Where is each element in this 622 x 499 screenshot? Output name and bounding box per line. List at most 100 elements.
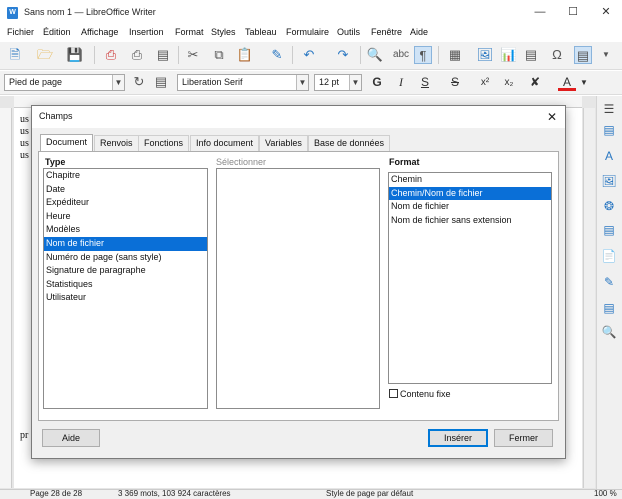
- underline-button[interactable]: S: [416, 74, 434, 91]
- type-item-chapitre[interactable]: Chapitre: [44, 169, 207, 183]
- menu-edition[interactable]: Édition: [43, 27, 71, 37]
- print-icon[interactable]: ⎙: [128, 46, 146, 64]
- type-item-nom-de-fichier[interactable]: Nom de fichier: [44, 237, 207, 251]
- fixed-content-checkbox[interactable]: [389, 389, 398, 398]
- insert-field-icon[interactable]: ▤: [574, 46, 592, 64]
- clear-formatting-icon[interactable]: ✘: [526, 74, 544, 91]
- type-item-date[interactable]: Date: [44, 183, 207, 197]
- maximize-icon[interactable]: ☐: [557, 0, 589, 25]
- find-icon[interactable]: 🔍: [601, 324, 617, 340]
- type-item-expediteur[interactable]: Expéditeur: [44, 196, 207, 210]
- save-icon[interactable]: 💾: [66, 46, 84, 64]
- redo-icon[interactable]: ↷: [334, 46, 352, 64]
- subscript-button[interactable]: x₂: [500, 74, 518, 91]
- format-label: Format: [389, 157, 420, 167]
- insert-text-box-icon[interactable]: ▤: [522, 46, 540, 64]
- document-text-line: us: [20, 126, 29, 137]
- minimize-icon[interactable]: —: [524, 0, 556, 25]
- menu-formulaire[interactable]: Formulaire: [286, 27, 329, 37]
- page-icon[interactable]: ▤: [601, 222, 617, 238]
- paragraph-style-combo[interactable]: Pied de page: [4, 74, 125, 91]
- type-listbox[interactable]: Chapitre Date Expéditeur Heure Modèles N…: [43, 168, 208, 409]
- paste-icon[interactable]: 📋: [236, 46, 254, 64]
- italic-button[interactable]: I: [392, 74, 410, 91]
- insert-special-character-icon[interactable]: Ω: [548, 46, 566, 64]
- type-item-heure[interactable]: Heure: [44, 210, 207, 224]
- menu-styles[interactable]: Styles: [211, 27, 236, 37]
- close-icon[interactable]: ✕: [543, 108, 561, 126]
- chevron-down-icon[interactable]: ▼: [578, 74, 590, 91]
- menu-format[interactable]: Format: [175, 27, 204, 37]
- undo-icon[interactable]: ↶: [300, 46, 318, 64]
- fixed-content-label: Contenu fixe: [400, 389, 451, 399]
- new-style-icon[interactable]: ▤: [152, 73, 170, 91]
- type-item-signature-de-paragraphe[interactable]: Signature de paragraphe: [44, 264, 207, 278]
- print-preview-icon[interactable]: ▤: [154, 46, 172, 64]
- format-item-sans-extension[interactable]: Nom de fichier sans extension: [389, 214, 551, 228]
- spelling-icon[interactable]: abc: [392, 46, 410, 64]
- format-item-nom-de-fichier[interactable]: Nom de fichier: [389, 200, 551, 214]
- copy-icon[interactable]: ⧉: [210, 46, 228, 64]
- sidebar-menu-icon[interactable]: ☰: [601, 101, 617, 117]
- strikethrough-button[interactable]: S: [446, 74, 464, 91]
- zoom-level[interactable]: 100 %: [594, 489, 617, 498]
- type-item-modeles[interactable]: Modèles: [44, 223, 207, 237]
- update-style-icon[interactable]: ↻: [130, 73, 148, 91]
- format-item-chemin-nom-de-fichier[interactable]: Chemin/Nom de fichier: [389, 186, 551, 201]
- vertical-ruler: [0, 108, 12, 488]
- tab-variables[interactable]: Variables: [259, 135, 308, 151]
- export-pdf-icon[interactable]: ⎙: [102, 46, 120, 64]
- cut-icon[interactable]: ✂: [184, 46, 202, 64]
- navigator-icon[interactable]: ❂: [601, 198, 617, 214]
- tab-document[interactable]: Document: [40, 134, 94, 152]
- superscript-button[interactable]: x²: [476, 74, 494, 91]
- menu-fichier[interactable]: Fichier: [7, 27, 34, 37]
- chevron-down-icon[interactable]: ▼: [296, 75, 308, 90]
- chevron-down-icon[interactable]: ▼: [597, 46, 615, 64]
- insert-table-icon[interactable]: ▦: [446, 46, 464, 64]
- menu-fenetre[interactable]: Fenêtre: [371, 27, 402, 37]
- menu-tableau[interactable]: Tableau: [245, 27, 277, 37]
- type-label: Type: [45, 157, 66, 167]
- toolbar-separator: [360, 46, 361, 64]
- style-inspector-icon[interactable]: 📄: [601, 248, 617, 264]
- menu-aide[interactable]: Aide: [410, 27, 428, 37]
- menu-outils[interactable]: Outils: [337, 27, 360, 37]
- gallery-icon[interactable]: 🖼: [601, 173, 617, 189]
- clone-formatting-icon[interactable]: ✎: [268, 46, 286, 64]
- insert-chart-icon[interactable]: 📊: [500, 46, 518, 64]
- toolbar-separator: [94, 46, 95, 64]
- find-replace-icon[interactable]: 🔍: [366, 46, 384, 64]
- design-icon[interactable]: ▤: [601, 300, 617, 316]
- toolbar-separator: [178, 46, 179, 64]
- insert-button[interactable]: Insérer: [428, 429, 488, 447]
- insert-image-icon[interactable]: 🖼: [476, 46, 494, 64]
- font-color-button[interactable]: A: [558, 74, 576, 91]
- select-listbox[interactable]: [216, 168, 380, 409]
- bold-button[interactable]: G: [368, 74, 386, 91]
- chevron-down-icon[interactable]: ▼: [112, 75, 124, 90]
- menu-insertion[interactable]: Insertion: [129, 27, 164, 37]
- close-button[interactable]: Fermer: [494, 429, 553, 447]
- tab-renvois[interactable]: Renvois: [94, 135, 139, 151]
- type-item-statistiques[interactable]: Statistiques: [44, 278, 207, 292]
- help-button[interactable]: Aide: [42, 429, 100, 447]
- type-item-numero-de-page[interactable]: Numéro de page (sans style): [44, 251, 207, 265]
- formatting-marks-icon[interactable]: ¶: [414, 46, 432, 64]
- tab-fonctions[interactable]: Fonctions: [138, 135, 190, 151]
- open-folder-icon[interactable]: 🗁: [36, 46, 54, 64]
- new-document-icon[interactable]: 🗎: [6, 46, 24, 64]
- font-name-combo[interactable]: Liberation Serif: [177, 74, 309, 91]
- format-listbox[interactable]: Chemin Chemin/Nom de fichier Nom de fich…: [388, 172, 552, 384]
- close-icon[interactable]: ✕: [590, 0, 622, 25]
- tab-base-de-donnees[interactable]: Base de données: [308, 135, 391, 151]
- chevron-down-icon[interactable]: ▼: [349, 75, 361, 90]
- type-item-utilisateur[interactable]: Utilisateur: [44, 291, 207, 305]
- properties-icon[interactable]: ▤: [601, 122, 617, 138]
- vertical-scrollbar[interactable]: [583, 108, 595, 488]
- format-item-chemin[interactable]: Chemin: [389, 173, 551, 187]
- menu-affichage[interactable]: Affichage: [81, 27, 118, 37]
- manage-changes-icon[interactable]: ✎: [601, 274, 617, 290]
- tab-info-document[interactable]: Info document: [190, 135, 260, 151]
- styles-icon[interactable]: A: [601, 148, 617, 164]
